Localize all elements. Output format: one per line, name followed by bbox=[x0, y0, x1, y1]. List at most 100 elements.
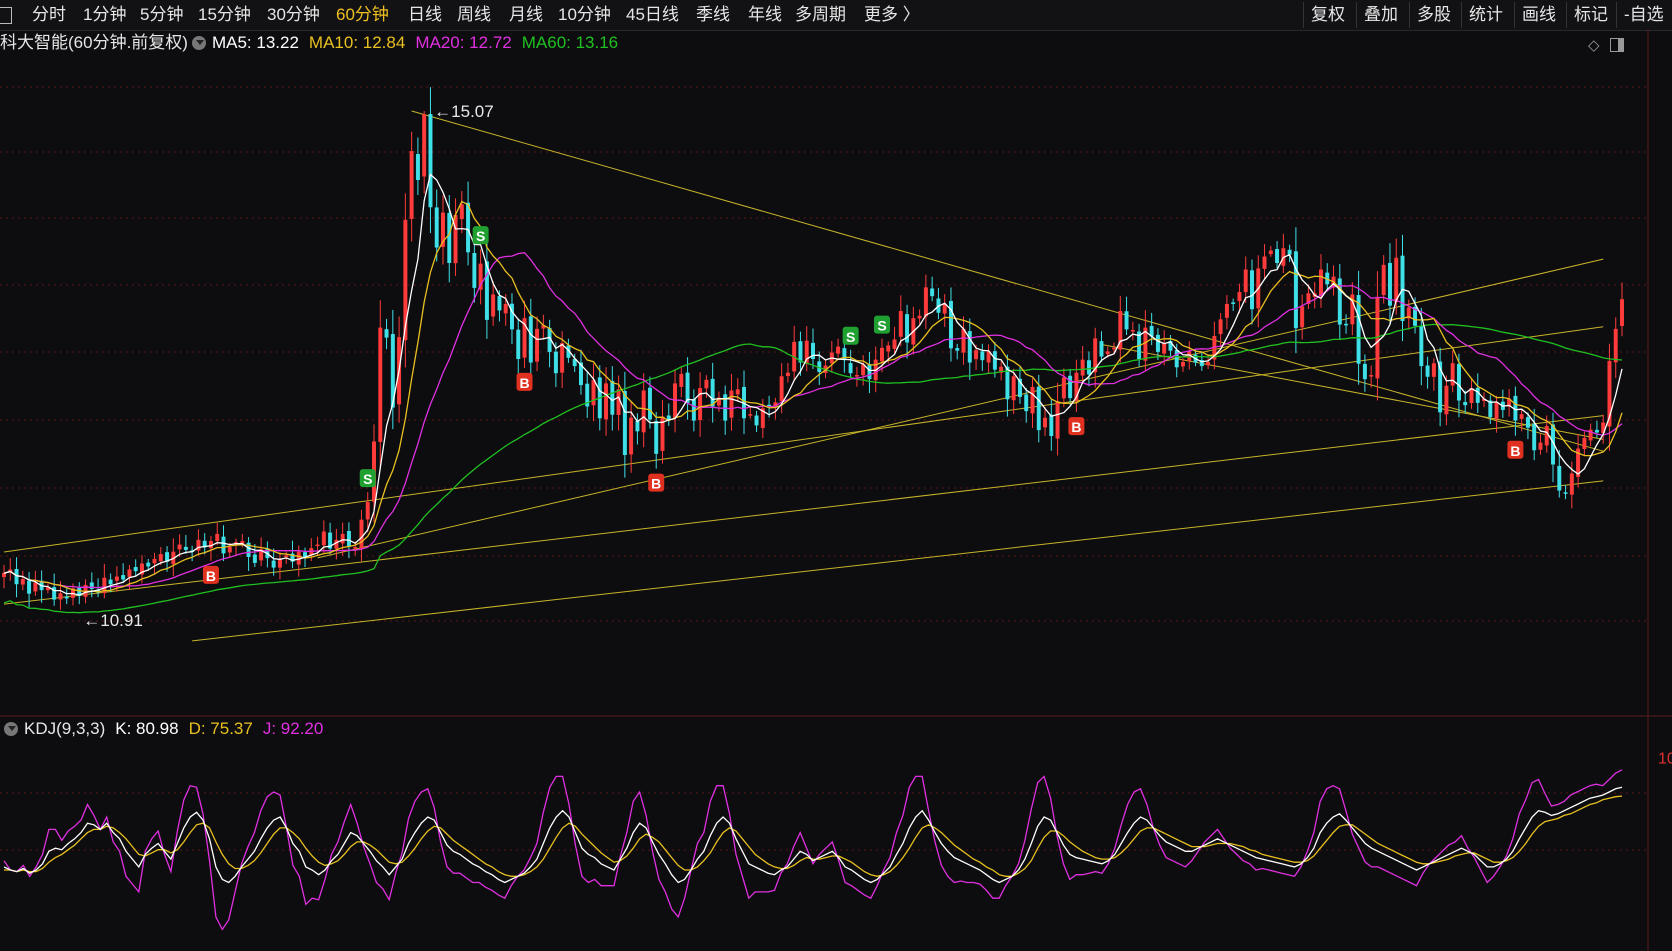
candle-body bbox=[1174, 350, 1179, 368]
low-price-label: ←10.91 bbox=[83, 611, 143, 630]
buy-marker: B bbox=[516, 372, 533, 391]
candle-body bbox=[183, 546, 188, 550]
candle-body bbox=[980, 351, 985, 361]
candle-body bbox=[20, 578, 25, 585]
candle-body bbox=[133, 566, 138, 572]
candle-body bbox=[1569, 473, 1574, 495]
sell-marker: S bbox=[873, 315, 890, 334]
candle-body bbox=[1250, 270, 1254, 310]
buy-marker-text: B bbox=[1510, 443, 1520, 459]
candle-body bbox=[334, 539, 339, 549]
candle-body bbox=[867, 364, 872, 380]
candle-body bbox=[610, 380, 615, 415]
trendline bbox=[3, 326, 1604, 553]
candle-body bbox=[1049, 414, 1054, 437]
candle-body bbox=[974, 350, 979, 360]
kdj-j-line bbox=[3, 769, 1623, 931]
candle-body bbox=[1224, 303, 1229, 318]
candle-body bbox=[886, 345, 891, 352]
candle-body bbox=[798, 341, 803, 363]
candle-body bbox=[1582, 437, 1587, 450]
candle-body bbox=[284, 555, 289, 558]
candle-body bbox=[1043, 417, 1048, 428]
candle-body bbox=[453, 215, 458, 264]
candle-body bbox=[1356, 295, 1361, 364]
candle-body bbox=[1431, 363, 1436, 377]
candle-body bbox=[415, 154, 420, 180]
grid-lines bbox=[0, 86, 1648, 851]
candle-body bbox=[848, 363, 853, 374]
candle-body bbox=[942, 303, 947, 314]
candle-body bbox=[503, 303, 508, 314]
candle-body bbox=[121, 575, 126, 580]
candle-body bbox=[930, 288, 935, 297]
ma5-line bbox=[3, 173, 1623, 596]
candle-body bbox=[1525, 417, 1530, 428]
candle-body bbox=[146, 562, 151, 567]
candle-body bbox=[378, 327, 383, 442]
candle-body bbox=[158, 554, 163, 562]
candle-body bbox=[114, 576, 119, 581]
sell-marker: S bbox=[359, 469, 376, 488]
candle-body bbox=[252, 554, 257, 563]
candle-body bbox=[215, 533, 220, 542]
candle-body bbox=[447, 213, 452, 263]
candle-body bbox=[854, 375, 859, 377]
candle-body bbox=[654, 421, 659, 454]
candle-body bbox=[108, 579, 113, 585]
buy-marker-text: B bbox=[1071, 419, 1081, 435]
candle-body bbox=[1594, 429, 1599, 433]
candle-body bbox=[127, 569, 132, 577]
chart-canvas[interactable]: ←15.07 ←10.91 B B B B B S S S S 10 bbox=[0, 0, 1672, 951]
candle-body bbox=[1099, 341, 1104, 357]
sell-marker-text: S bbox=[363, 471, 372, 487]
candle-body bbox=[1613, 328, 1618, 363]
candle-body bbox=[1275, 249, 1280, 263]
candle-body bbox=[955, 348, 960, 351]
candle-body bbox=[384, 329, 389, 338]
candle-body bbox=[428, 114, 433, 208]
candle-body bbox=[1488, 400, 1493, 418]
candle-body bbox=[1061, 377, 1066, 399]
candle-body bbox=[1362, 363, 1367, 380]
candle-body bbox=[1400, 255, 1405, 322]
candle-body bbox=[1381, 264, 1386, 296]
candle-body bbox=[271, 560, 276, 568]
candle-body bbox=[635, 421, 640, 432]
candle-body bbox=[1444, 385, 1449, 415]
candle-body bbox=[1218, 319, 1223, 335]
candle-body bbox=[227, 546, 232, 553]
buy-marker: B bbox=[648, 473, 665, 492]
candle-body bbox=[1319, 269, 1323, 297]
candle-body bbox=[422, 114, 427, 177]
candle-body bbox=[152, 558, 157, 564]
candle-body bbox=[1456, 363, 1461, 401]
candle-body bbox=[1268, 250, 1273, 255]
sell-marker: S bbox=[842, 326, 859, 345]
candle-body bbox=[516, 329, 521, 359]
candle-body bbox=[1532, 423, 1537, 451]
candle-body bbox=[340, 533, 345, 544]
candle-body bbox=[622, 390, 627, 456]
candle-body bbox=[647, 387, 652, 420]
candle-body bbox=[710, 378, 715, 407]
candle-body bbox=[923, 287, 928, 317]
buy-marker-text: B bbox=[519, 375, 529, 391]
candle-body bbox=[1557, 465, 1562, 491]
candle-body bbox=[1369, 375, 1374, 377]
candle-body bbox=[666, 415, 671, 420]
candle-body bbox=[1563, 492, 1568, 494]
candle-body bbox=[1620, 299, 1624, 326]
candle-body bbox=[861, 364, 866, 376]
candle-body bbox=[472, 252, 477, 288]
candle-body bbox=[1425, 365, 1430, 377]
high-price-label: ←15.07 bbox=[434, 102, 494, 121]
candle-body bbox=[785, 372, 790, 377]
candle-body bbox=[604, 383, 609, 420]
candle-body bbox=[779, 376, 784, 402]
candle-body bbox=[898, 311, 903, 337]
candle-body bbox=[836, 346, 841, 354]
candle-body bbox=[1105, 351, 1110, 355]
candle-body bbox=[221, 536, 226, 554]
candle-body bbox=[1124, 311, 1129, 330]
